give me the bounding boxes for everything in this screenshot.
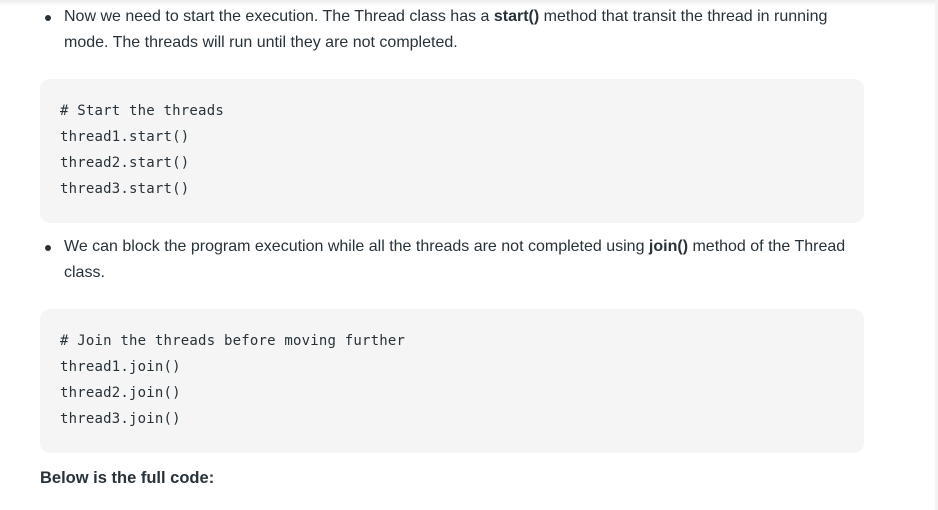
code-block-join: # Join the threads before moving further…: [40, 309, 864, 453]
code-line: thread1.join(): [60, 359, 181, 375]
start-method-bold: start(): [493, 8, 540, 25]
bullet-dot: [45, 245, 51, 251]
code-line: # Start the threads: [60, 103, 224, 119]
bullet-list-1: Now we need to start the execution. The …: [40, 4, 864, 56]
join-method-bold: join(): [648, 238, 689, 255]
code-line: thread2.start(): [60, 155, 190, 171]
full-code-heading: Below is the full code:: [40, 469, 215, 487]
code-line: thread2.join(): [60, 385, 181, 401]
code-line: thread3.join(): [60, 411, 181, 427]
code-block-start: # Start the threads thread1.start() thre…: [40, 79, 864, 223]
code-line: thread1.start(): [60, 129, 190, 145]
bullet-item-join: We can block the program execution while…: [40, 234, 864, 286]
code-line: # Join the threads before moving further: [60, 333, 406, 349]
code-line: thread3.start(): [60, 181, 190, 197]
bullet-text: We can block the program execution while…: [64, 238, 649, 255]
bullet-text: Now we need to start the execution. The …: [64, 8, 494, 25]
bullet-list-2: We can block the program execution while…: [40, 234, 864, 286]
bullet-dot: [45, 15, 51, 21]
bullet-item-start: Now we need to start the execution. The …: [40, 4, 864, 56]
